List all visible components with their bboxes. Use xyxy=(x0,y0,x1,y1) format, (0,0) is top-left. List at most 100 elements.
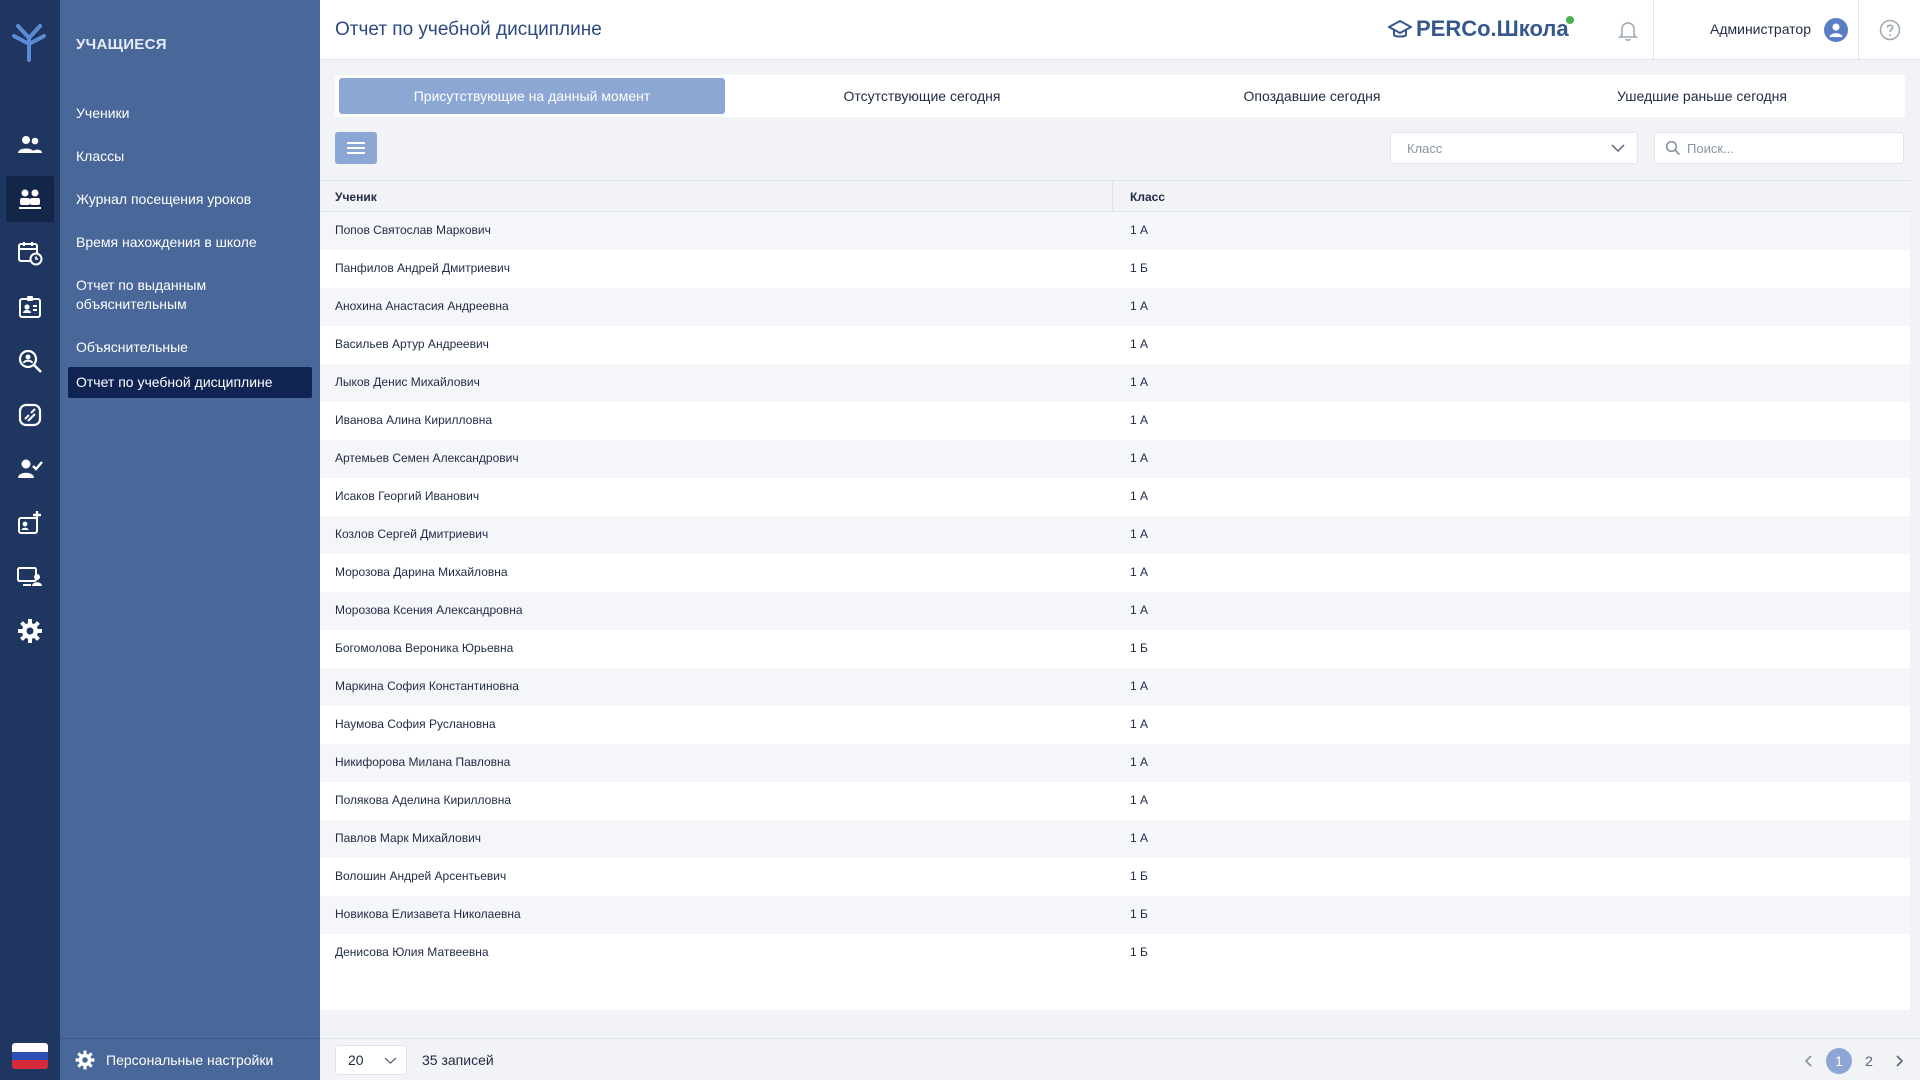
page-title: Отчет по учебной дисциплине xyxy=(335,19,602,40)
tab-absent-today[interactable]: Отсутствующие сегодня xyxy=(729,78,1115,114)
table-row[interactable]: Панфилов Андрей Дмитриевич 1 Б xyxy=(320,250,1910,288)
search-icon xyxy=(1665,140,1681,156)
table-row[interactable]: Васильев Артур Андреевич 1 А xyxy=(320,326,1910,364)
student-name: Наумова София Руслановна xyxy=(335,717,496,731)
calendar-clock-icon[interactable] xyxy=(6,230,54,276)
status-dot xyxy=(1566,16,1574,24)
chevron-right-icon xyxy=(1896,1055,1904,1067)
column-header-class[interactable]: Класс xyxy=(1130,190,1165,204)
column-header-student[interactable]: Ученик xyxy=(335,190,377,204)
table-row[interactable]: Полякова Аделина Кирилловна 1 А xyxy=(320,782,1910,820)
table-row[interactable]: Козлов Сергей Дмитриевич 1 А xyxy=(320,516,1910,554)
student-name: Павлов Марк Михайлович xyxy=(335,831,482,845)
logo-icon[interactable] xyxy=(8,20,50,62)
badge-icon[interactable] xyxy=(6,284,54,330)
ru-flag-icon[interactable] xyxy=(12,1043,48,1069)
page-button-2[interactable]: 2 xyxy=(1856,1048,1882,1074)
search-box xyxy=(1654,132,1904,164)
student-name: Лыков Денис Михайлович xyxy=(335,375,480,389)
add-badge-icon[interactable] xyxy=(6,500,54,546)
table-row[interactable]: Анохина Анастасия Андреевна 1 А xyxy=(320,288,1910,326)
avatar[interactable] xyxy=(1824,18,1848,42)
table-row[interactable]: Маркина София Константиновна 1 А xyxy=(320,668,1910,706)
page-size-select[interactable]: 20 xyxy=(335,1045,407,1075)
sidebar: УЧАЩИЕСЯ Ученики Классы Журнал посещения… xyxy=(60,0,320,1080)
table-row[interactable]: Лыков Денис Михайлович 1 А xyxy=(320,364,1910,402)
table-row[interactable]: Исаков Георгий Иванович 1 А xyxy=(320,478,1910,516)
students-table: Ученик Класс Попов Святослав Маркович 1 А… xyxy=(320,180,1910,1010)
icon-rail xyxy=(0,0,60,1080)
header-divider xyxy=(1858,0,1859,60)
student-class: 1 А xyxy=(1130,527,1149,541)
search-input[interactable] xyxy=(1687,140,1887,156)
student-class: 1 А xyxy=(1130,793,1149,807)
main-content: Присутствующие на данный момент Отсутств… xyxy=(320,60,1920,1080)
sidebar-item-classes[interactable]: Классы xyxy=(68,141,312,172)
table-row[interactable]: Богомолова Вероника Юрьевна 1 Б xyxy=(320,630,1910,668)
table-row[interactable]: Новикова Елизавета Николаевна 1 Б xyxy=(320,896,1910,934)
brand-name: PERCo.Школа xyxy=(1416,16,1569,41)
table-row[interactable]: Иванова Алина Кирилловна 1 А xyxy=(320,402,1910,440)
graduation-cap-icon xyxy=(1388,19,1412,38)
sidebar-item-notes[interactable]: Объяснительные xyxy=(68,332,312,363)
monitor-user-icon[interactable] xyxy=(6,554,54,600)
student-class: 1 А xyxy=(1130,451,1149,465)
table-row[interactable]: Морозова Ксения Александровна 1 А xyxy=(320,592,1910,630)
student-name: Артемьев Семен Александрович xyxy=(335,451,519,465)
student-class: 1 А xyxy=(1130,603,1149,617)
user-name[interactable]: Администратор xyxy=(1710,21,1811,37)
page-button-1[interactable]: 1 xyxy=(1826,1048,1852,1074)
personal-settings-button[interactable]: Персональные настройки xyxy=(60,1038,320,1080)
student-class: 1 А xyxy=(1130,223,1149,237)
table-row[interactable]: Попов Святослав Маркович 1 А xyxy=(320,212,1910,250)
settings-icon[interactable] xyxy=(6,608,54,654)
help-icon[interactable] xyxy=(1878,18,1902,42)
student-name: Попов Святослав Маркович xyxy=(335,223,491,237)
sidebar-item-notes-report[interactable]: Отчет по выданным объяснительным xyxy=(68,270,312,320)
hamburger-icon xyxy=(347,142,365,154)
pass-icon[interactable] xyxy=(6,392,54,438)
search-location-icon[interactable] xyxy=(6,338,54,384)
sidebar-item-lesson-journal[interactable]: Журнал посещения уроков xyxy=(68,184,312,215)
student-class: 1 А xyxy=(1130,755,1149,769)
table-row[interactable]: Наумова София Руслановна 1 А xyxy=(320,706,1910,744)
brand-logo: PERCo.Школа xyxy=(1388,16,1569,42)
sidebar-item-students[interactable]: Ученики xyxy=(68,98,312,129)
student-name: Морозова Дарина Михайловна xyxy=(335,565,508,579)
student-class: 1 А xyxy=(1130,679,1149,693)
student-name: Панфилов Андрей Дмитриевич xyxy=(335,261,510,275)
chevron-left-icon xyxy=(1804,1055,1812,1067)
student-name: Полякова Аделина Кирилловна xyxy=(335,793,512,807)
student-class: 1 Б xyxy=(1130,641,1148,655)
tab-left-early-today[interactable]: Ушедшие раньше сегодня xyxy=(1509,78,1895,114)
student-name: Никифорова Милана Павловна xyxy=(335,755,511,769)
student-name: Васильев Артур Андреевич xyxy=(335,337,489,351)
header-divider xyxy=(1653,0,1654,60)
column-divider xyxy=(1112,181,1113,212)
user-check-icon[interactable] xyxy=(6,446,54,492)
tab-present-now[interactable]: Присутствующие на данный момент xyxy=(339,78,725,114)
prev-page-button[interactable] xyxy=(1796,1048,1822,1074)
chevron-down-icon xyxy=(384,1057,397,1065)
menu-button[interactable] xyxy=(335,132,377,164)
table-footer: 20 35 записей 1 2 xyxy=(320,1038,1920,1080)
sidebar-item-discipline-report[interactable]: Отчет по учебной дисциплине xyxy=(68,367,312,398)
table-row[interactable]: Павлов Марк Михайлович 1 А xyxy=(320,820,1910,858)
table-row[interactable]: Никифорова Милана Павловна 1 А xyxy=(320,744,1910,782)
table-row[interactable]: Артемьев Семен Александрович 1 А xyxy=(320,440,1910,478)
page-size-value: 20 xyxy=(348,1052,364,1068)
table-row[interactable]: Морозова Дарина Михайловна 1 А xyxy=(320,554,1910,592)
students-icon[interactable] xyxy=(6,176,54,222)
chevron-down-icon xyxy=(1611,144,1625,153)
student-name: Анохина Анастасия Андреевна xyxy=(335,299,509,313)
class-select[interactable]: Класс xyxy=(1390,132,1638,164)
bell-icon[interactable] xyxy=(1616,18,1640,42)
tab-late-today[interactable]: Опоздавшие сегодня xyxy=(1119,78,1505,114)
student-class: 1 А xyxy=(1130,717,1149,731)
next-page-button[interactable] xyxy=(1886,1048,1912,1074)
users-icon[interactable] xyxy=(6,122,54,168)
sidebar-item-time-in-school[interactable]: Время нахождения в школе xyxy=(68,227,312,258)
table-row[interactable]: Денисова Юлия Матвеевна 1 Б xyxy=(320,934,1910,972)
table-row[interactable]: Волошин Андрей Арсентьевич 1 Б xyxy=(320,858,1910,896)
student-class: 1 А xyxy=(1130,565,1149,579)
